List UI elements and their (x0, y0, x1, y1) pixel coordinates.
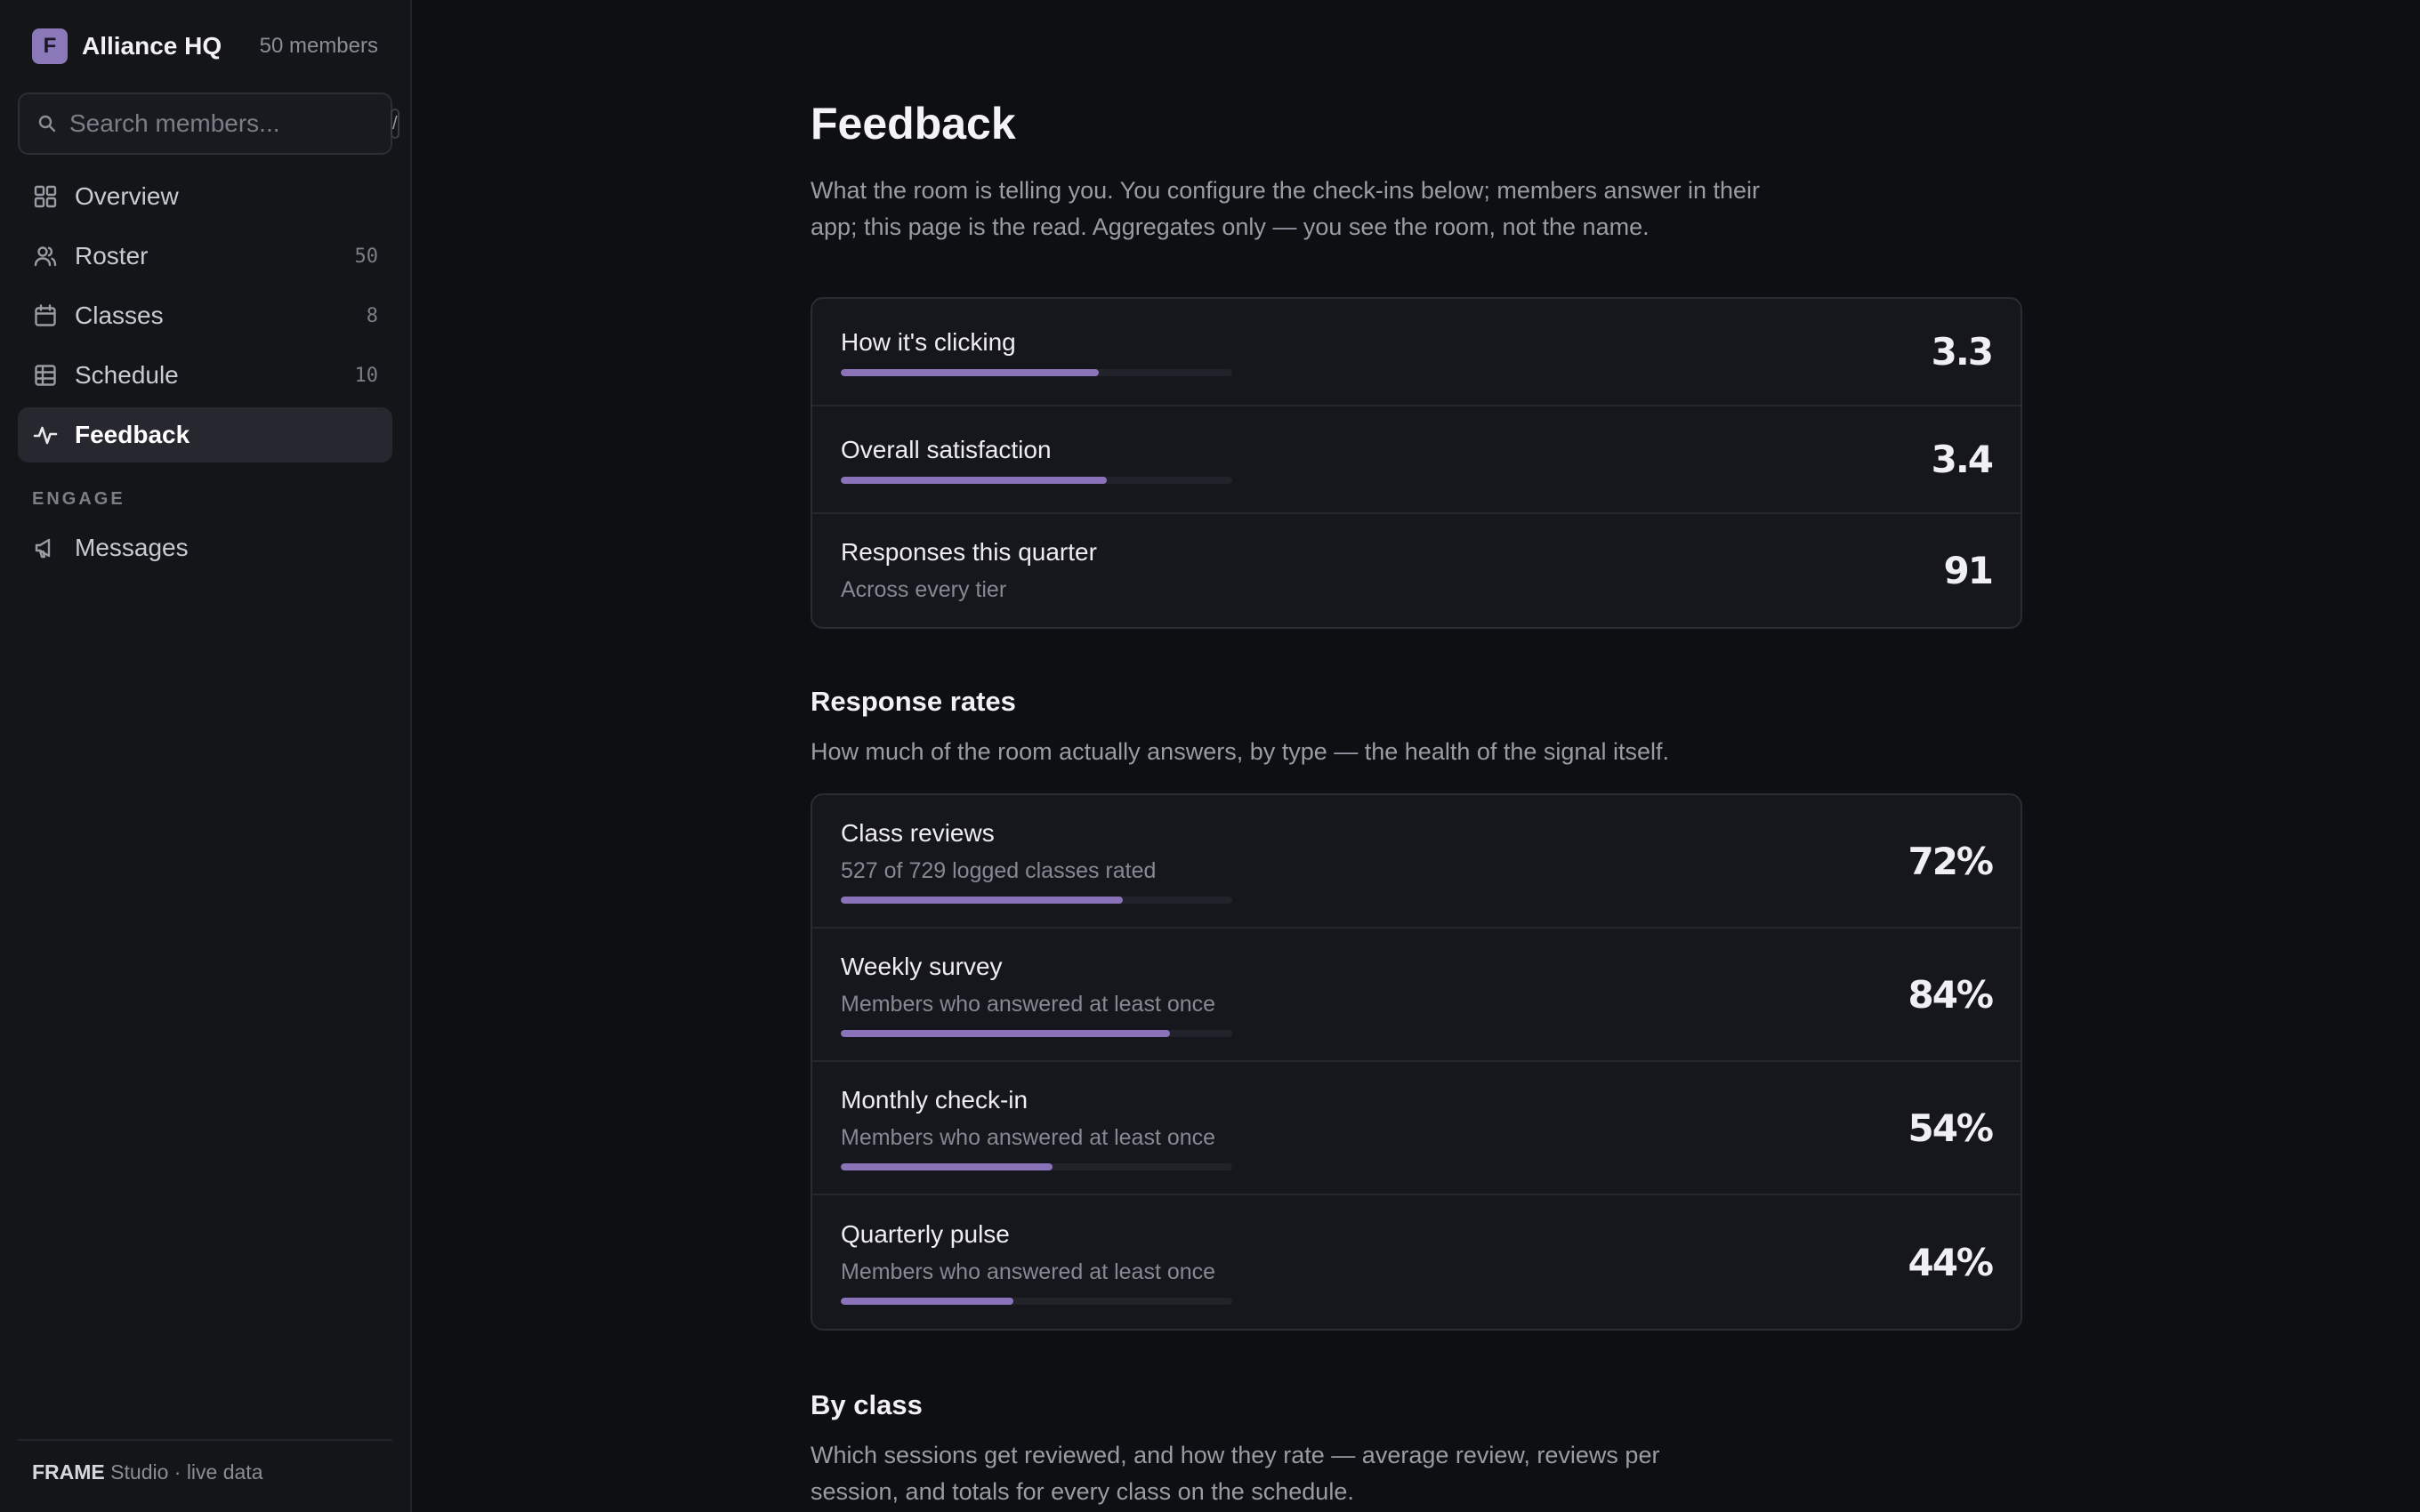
progress-fill (841, 1162, 1053, 1170)
rate-value: 84% (1908, 972, 1994, 1017)
brand-name[interactable]: Alliance HQ (82, 32, 222, 60)
summary-card: How it's clicking 3.3 Overall satisfacti… (811, 297, 2022, 629)
search-icon (37, 114, 57, 133)
sidebar-item-messages[interactable]: Messages (18, 520, 392, 575)
sidebar-nav: Overview Roster 50 Classes 8 Schedule 10… (18, 169, 392, 575)
sidebar: F Alliance HQ 50 members / Overview (0, 0, 412, 1512)
calendar-icon (32, 302, 59, 329)
progress-bar (841, 476, 1232, 484)
summary-value: 91 (1943, 549, 1994, 592)
rate-title: Class reviews (841, 818, 995, 847)
sidebar-item-classes[interactable]: Classes 8 (18, 288, 392, 343)
progress-bar (841, 1297, 1232, 1305)
sidebar-item-label: Feedback (75, 421, 190, 448)
rate-row: Weekly survey Members who answered at le… (812, 929, 2021, 1062)
sidebar-item-count: 10 (354, 364, 379, 387)
rate-subtitle: Members who answered at least once (841, 1259, 1216, 1284)
progress-fill (841, 368, 1100, 376)
section-title-by-class: By class (811, 1389, 923, 1420)
sidebar-item-label: Schedule (75, 361, 179, 389)
member-count: 50 members (259, 34, 378, 58)
rate-row: Monthly check-in Members who answered at… (812, 1062, 2021, 1195)
rate-row: Quarterly pulse Members who answered at … (812, 1195, 2021, 1329)
progress-fill (841, 896, 1123, 904)
brand-header: F Alliance HQ 50 members (18, 0, 392, 92)
progress-fill (841, 476, 1108, 484)
progress-bar (841, 1162, 1232, 1170)
sidebar-item-label: Roster (75, 242, 149, 269)
summary-row: How it's clicking 3.3 (812, 299, 2021, 406)
search-box[interactable]: / (18, 92, 399, 155)
progress-bar (841, 1029, 1232, 1037)
progress-fill (841, 1297, 1013, 1305)
rate-subtitle: 527 of 729 logged classes rated (841, 857, 1157, 883)
rate-value: 54% (1908, 1106, 1994, 1150)
page-description: What the room is telling you. You config… (811, 177, 1761, 240)
summary-row: Responses this quarter Across every tier… (812, 514, 2021, 627)
search-shortcut-key: / (391, 109, 399, 139)
pulse-icon (32, 422, 59, 448)
progress-bar (841, 368, 1232, 376)
sidebar-item-label: Overview (75, 182, 179, 210)
summary-value: 3.3 (1931, 330, 1994, 374)
sidebar-item-count: 8 (366, 304, 378, 327)
rate-value: 72% (1908, 839, 1994, 883)
summary-value: 3.4 (1931, 438, 1994, 481)
summary-title: Responses this quarter (841, 538, 1097, 566)
rate-subtitle: Members who answered at least once (841, 991, 1216, 1017)
summary-row: Overall satisfaction 3.4 (812, 406, 2021, 514)
footer-text: Studio · live data (104, 1460, 263, 1484)
grid-icon (32, 183, 59, 210)
brand-logo[interactable]: F (32, 28, 68, 64)
progress-bar (841, 896, 1232, 904)
megaphone-icon (32, 535, 59, 561)
table-icon (32, 362, 59, 389)
section-title-response-rates: Response rates (811, 686, 1016, 717)
rate-title: Quarterly pulse (841, 1219, 1010, 1248)
rate-row: Class reviews 527 of 729 logged classes … (812, 795, 2021, 929)
nav-section-label: ENGAGE (32, 489, 125, 509)
search-input[interactable] (69, 109, 391, 138)
section-description-response-rates: How much of the room actually answers, b… (811, 738, 1669, 765)
sidebar-item-label: Messages (75, 534, 189, 561)
rate-subtitle: Members who answered at least once (841, 1124, 1216, 1150)
summary-title: How it's clicking (841, 327, 1016, 356)
sidebar-item-label: Classes (75, 302, 164, 329)
users-icon (32, 243, 59, 269)
footer-brand: FRAME (32, 1460, 105, 1484)
sidebar-item-count: 50 (354, 245, 379, 268)
response-rates-card: Class reviews 527 of 729 logged classes … (811, 793, 2022, 1331)
main-content: Feedback What the room is telling you. Y… (412, 0, 2420, 1512)
summary-subtitle: Across every tier (841, 577, 1007, 602)
sidebar-item-schedule[interactable]: Schedule 10 (18, 348, 392, 403)
sidebar-item-roster[interactable]: Roster 50 (18, 229, 392, 284)
sidebar-item-overview[interactable]: Overview (18, 169, 392, 224)
sidebar-item-feedback[interactable]: Feedback (18, 407, 392, 462)
summary-title: Overall satisfaction (841, 435, 1052, 463)
sidebar-footer: FRAME Studio · live data (18, 1439, 392, 1512)
page-title: Feedback (811, 99, 1016, 149)
section-description-by-class: Which sessions get reviewed, and how the… (811, 1442, 1660, 1505)
progress-fill (841, 1029, 1170, 1037)
rate-value: 44% (1908, 1240, 1994, 1284)
rate-title: Monthly check-in (841, 1085, 1028, 1114)
rate-title: Weekly survey (841, 952, 1003, 980)
